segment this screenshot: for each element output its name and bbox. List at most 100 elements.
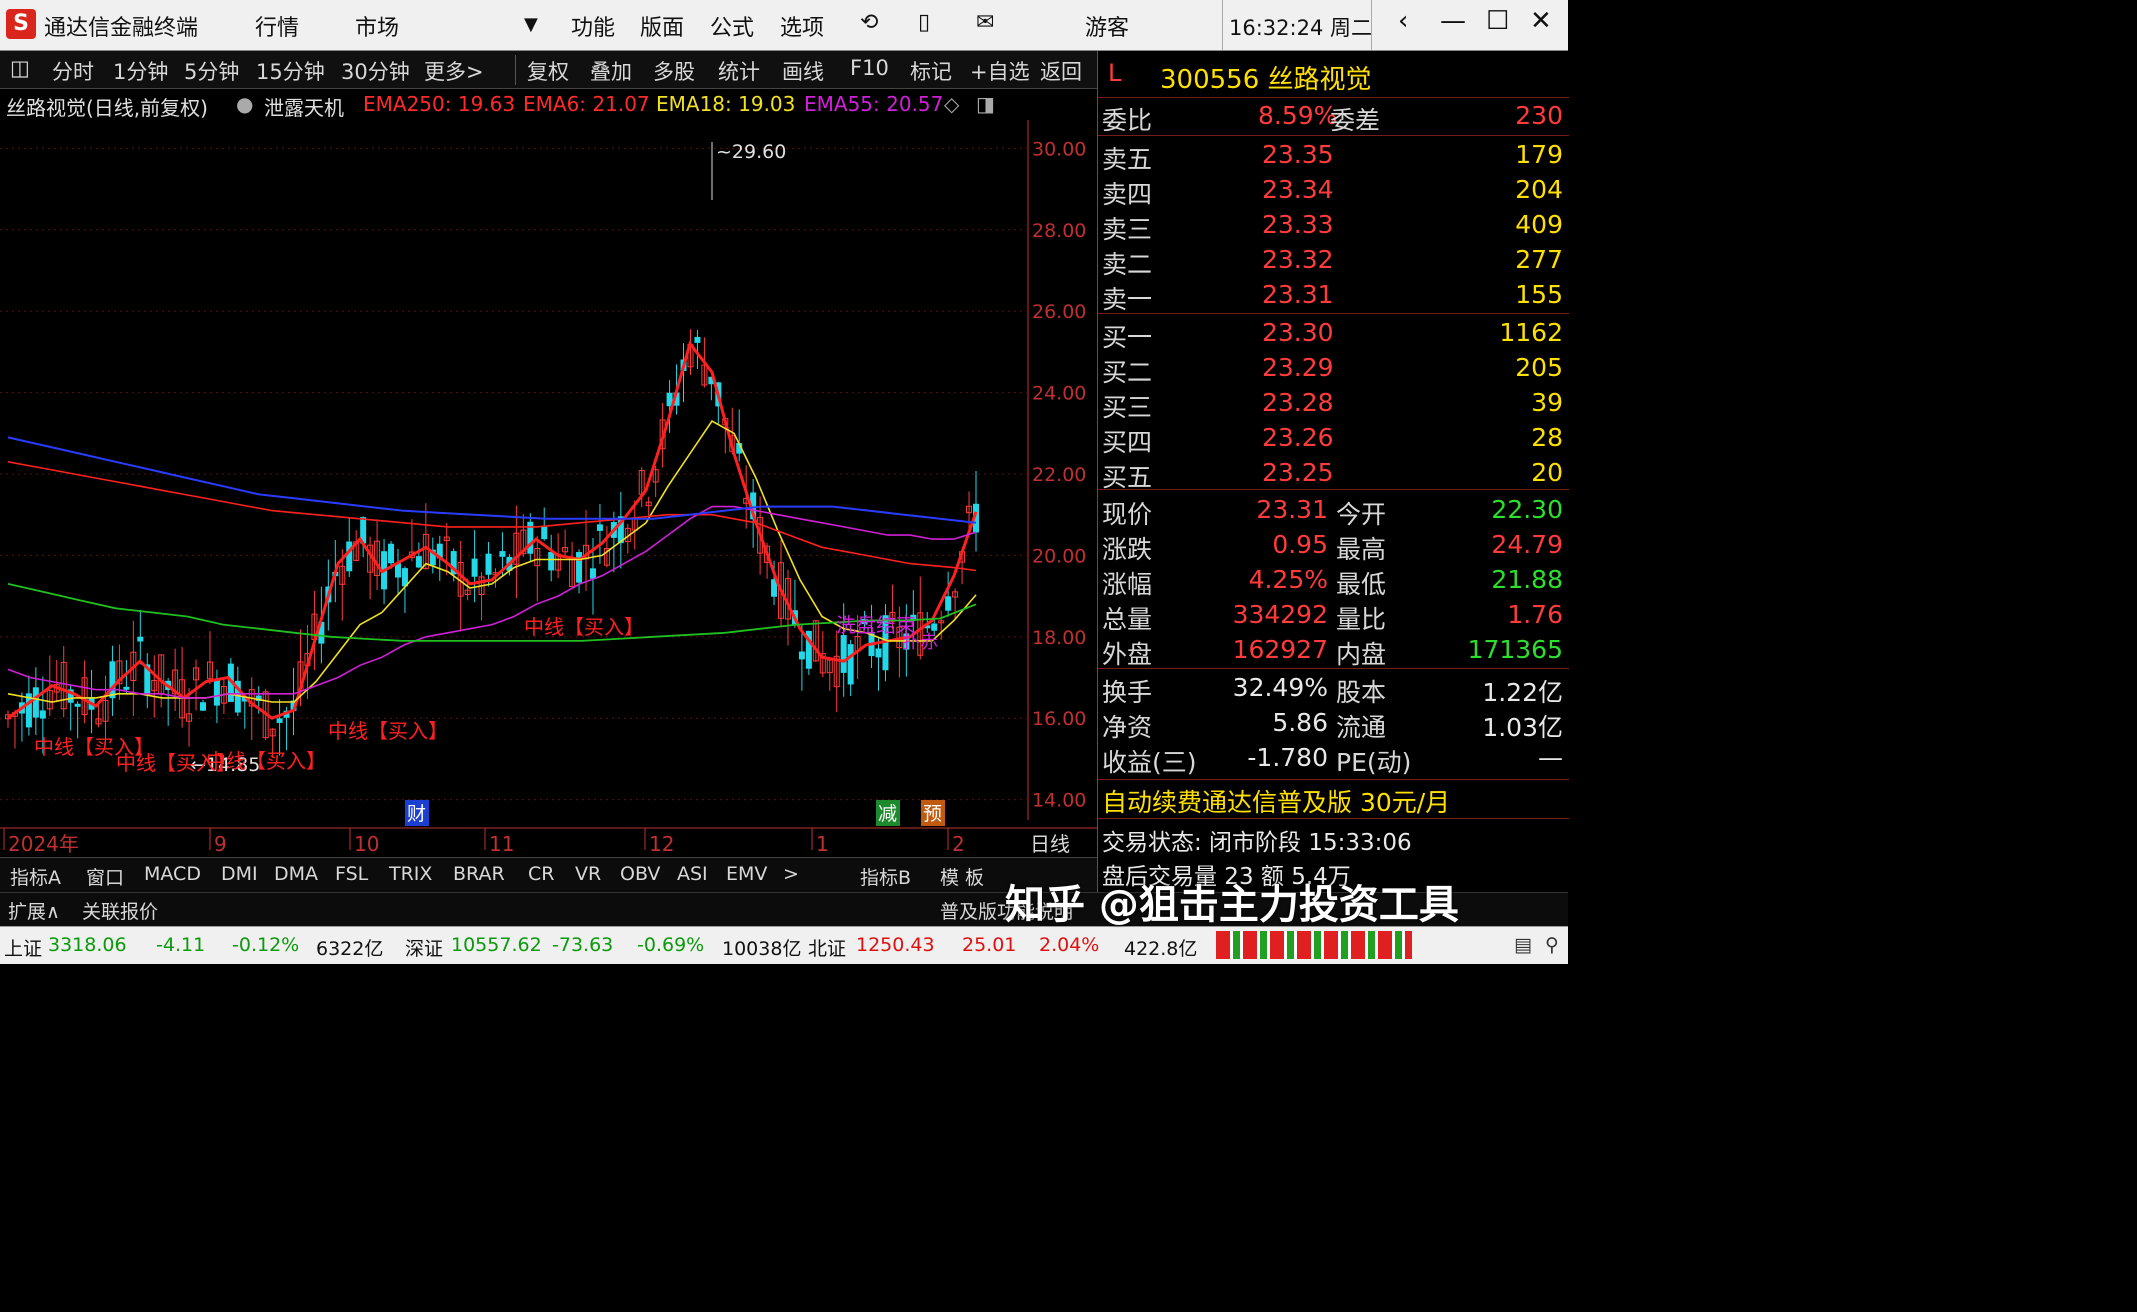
btn-15min[interactable]: 15分钟 [256,56,325,86]
chart-panel-toggle-icon[interactable]: ◨ [976,92,995,116]
clock-box: 16:32:24 周二 [1222,0,1372,50]
tab-emv[interactable]: EMV [726,863,767,885]
signal-label: 中线【买入】 [206,749,326,773]
stock-symbol[interactable]: 300556 丝路视觉 [1160,59,1372,96]
menu-gongneng[interactable]: 功能 [571,10,615,42]
ask-price[interactable]: 23.32 [1262,245,1334,274]
user-label[interactable]: 游客 [1085,10,1129,42]
tab-vr[interactable]: VR [575,863,601,885]
sz-label[interactable]: 深证 [405,934,443,961]
btn-more[interactable]: 更多> [424,56,484,86]
ask-price[interactable]: 23.35 [1262,140,1334,169]
diamond-icon[interactable]: ◇ [944,92,959,116]
weibi-row: 委比 8.59% 委差 230 [1098,99,1569,135]
candle-body [388,543,395,564]
bid-price[interactable]: 23.29 [1262,353,1334,382]
sh-label[interactable]: 上证 [4,934,42,961]
main-indicator-name[interactable]: 泄露天机 [264,92,344,121]
tab-indicator-a[interactable]: 指标A [10,863,61,890]
bid-price[interactable]: 23.30 [1262,318,1334,347]
layout-icon[interactable]: ▤ [1514,934,1532,956]
tab-macd[interactable]: MACD [144,863,201,885]
ask-row: 卖五 23.35 179 [1098,138,1569,174]
sh-pct: -0.12% [232,934,300,956]
fund-label: 股本 [1336,678,1387,707]
related-quote-button[interactable]: 关联报价 [82,897,158,924]
btn-fenshi[interactable]: 分时 [52,56,94,86]
menu-gongshi[interactable]: 公式 [710,10,754,42]
message-icon[interactable]: ✉ [976,10,994,35]
stat-value: 4.25% [1248,565,1328,594]
maximize-icon[interactable]: ☐ [1486,6,1509,36]
refresh-icon[interactable]: ⟲ [860,10,878,35]
back-arrow-icon[interactable]: ‹ [1398,6,1408,36]
candle-body [39,710,46,719]
tab-dma[interactable]: DMA [274,863,318,885]
tab-trix[interactable]: TRIX [389,863,432,885]
btn-biaoji[interactable]: 标记 [910,56,952,86]
candle-body [847,644,854,685]
tab-asi[interactable]: ASI [677,863,708,885]
btn-tongji[interactable]: 统计 [718,56,760,86]
divider [1098,668,1569,669]
tab-fsl[interactable]: FSL [335,863,368,885]
btn-huaxian[interactable]: 画线 [782,56,824,86]
ask-label: 卖一 [1102,285,1153,314]
kline-chart[interactable]: 30.00 28.00 26.00 24.00 22.00 20.00 18.00 16.00… [0,120,1097,856]
indicator-dot-icon[interactable]: ● [236,92,253,116]
btn-1min[interactable]: 1分钟 [113,56,168,86]
candle-body [276,718,283,723]
btn-duogu[interactable]: 多股 [653,56,695,86]
candle-body [499,551,506,557]
tab-template[interactable]: 模 板 [940,863,984,890]
divider [1098,313,1569,314]
series-line-ema55 [7,505,977,699]
bid-price[interactable]: 23.28 [1262,388,1334,417]
btn-5min[interactable]: 5分钟 [184,56,239,86]
chevron-down-icon[interactable]: ▼ [524,14,538,35]
sh-change: -4.11 [156,934,206,956]
phone-icon[interactable]: ▯ [918,10,930,35]
bid-row: 买五 23.25 20 [1098,456,1569,492]
promo-row[interactable]: 自动续费通达信普及版 30元/月 [1098,781,1569,819]
tab-dmi[interactable]: DMI [221,863,258,885]
menu-hangqing[interactable]: 行情 [255,10,299,42]
minimize-icon[interactable]: — [1440,6,1466,36]
btn-f10[interactable]: F10 [850,56,889,80]
bid-price[interactable]: 23.26 [1262,423,1334,452]
tab-obv[interactable]: OBV [620,863,660,885]
expand-button[interactable]: 扩展∧ [8,897,60,924]
fund-row: 净资 5.86 流通 1.03亿 [1098,706,1569,742]
candle-body [485,553,492,575]
menu-xuanxiang[interactable]: 选项 [780,10,824,42]
fund-value: -1.780 [1247,743,1328,772]
btn-30min[interactable]: 30分钟 [341,56,410,86]
stat-label: 最高 [1336,535,1387,564]
btn-add-watchlist[interactable]: +自选 [970,56,1030,86]
menu-banmian[interactable]: 版面 [640,10,684,42]
person-icon[interactable]: ⚲ [1545,934,1559,956]
ask-price[interactable]: 23.33 [1262,210,1334,239]
btn-diejia[interactable]: 叠加 [590,56,632,86]
tab-window[interactable]: 窗口 [86,863,124,890]
close-icon[interactable]: ✕ [1530,6,1552,36]
btn-back[interactable]: 返回 [1040,56,1082,86]
stat-value: 334292 [1232,600,1328,629]
toolbar-divider [515,55,516,85]
bz-label[interactable]: 北证 [808,934,846,961]
tab-indicator-b[interactable]: 指标B [860,863,911,890]
promo-text[interactable]: 自动续费通达信普及版 30元/月 [1102,783,1450,819]
bid-price[interactable]: 23.25 [1262,458,1334,487]
btn-fuquan[interactable]: 复权 [527,56,569,86]
ask-price[interactable]: 23.34 [1262,175,1334,204]
bid-row: 买二 23.29 205 [1098,351,1569,387]
menu-shichang[interactable]: 市场 [355,10,399,42]
tab-cr[interactable]: CR [528,863,554,885]
series-line-long-ma [7,436,977,524]
tab-more[interactable]: > [783,863,799,885]
period-toolbar: ◫ 分时 1分钟 5分钟 15分钟 30分钟 更多> 复权 叠加 多股 统计 画… [0,51,1097,89]
ask-price[interactable]: 23.31 [1262,280,1334,309]
x-tick-label: 10 [354,832,379,856]
tab-brar[interactable]: BRAR [453,863,505,885]
panel-toggle-icon[interactable]: ◫ [10,56,30,80]
